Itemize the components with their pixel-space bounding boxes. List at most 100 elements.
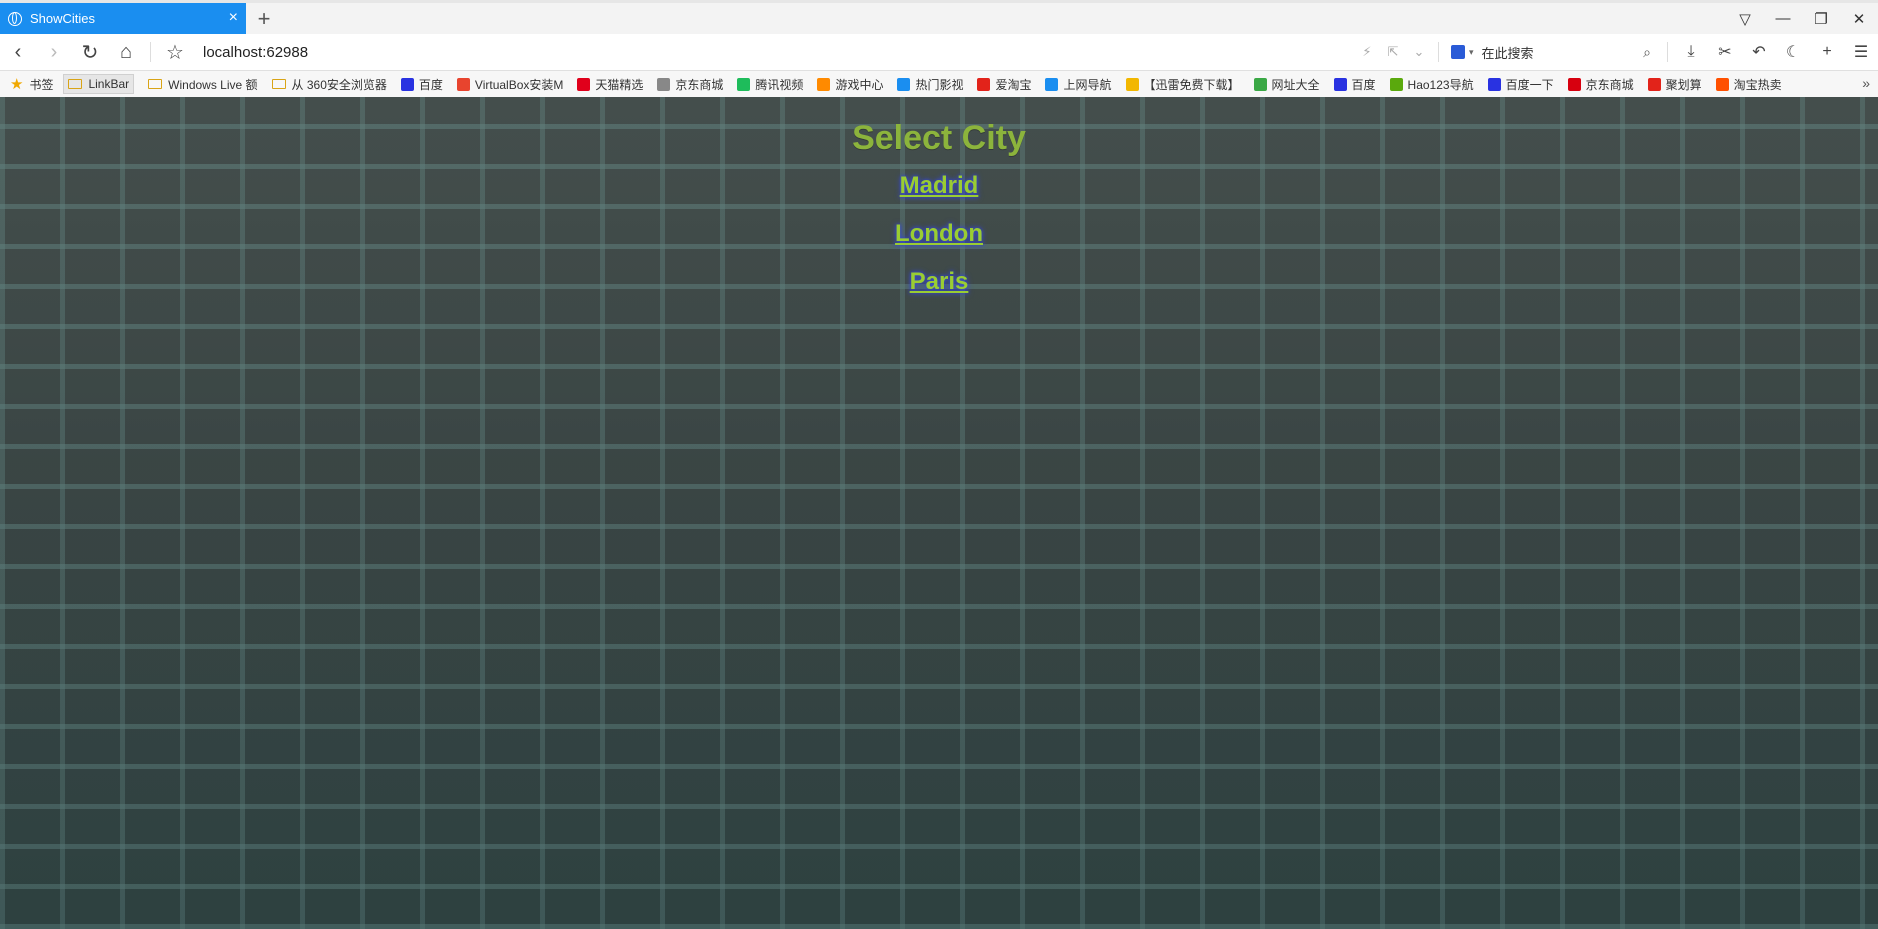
- game-icon: [817, 77, 831, 91]
- page-viewport: Select City Madrid London Paris: [0, 97, 1878, 929]
- bookmark-item[interactable]: 热门影视: [897, 76, 963, 93]
- hao-icon: [1389, 77, 1403, 91]
- share-icon[interactable]: ⇱: [1380, 44, 1406, 60]
- back-button[interactable]: ‹: [0, 41, 36, 64]
- new-tab-button[interactable]: +: [246, 3, 282, 34]
- bookmark-label: 游戏中心: [835, 77, 884, 92]
- video-icon: [897, 77, 911, 91]
- active-tab[interactable]: ShowCities ×: [0, 3, 246, 34]
- bookmark-item[interactable]: 上网导航: [1045, 76, 1112, 93]
- close-window-button[interactable]: ✕: [1840, 3, 1878, 34]
- page-title: Select City: [852, 119, 1026, 157]
- taobao-icon: [1715, 77, 1729, 91]
- bookmark-item[interactable]: 淘宝热卖: [1715, 76, 1782, 93]
- bookmark-label: LinkBar: [88, 77, 130, 91]
- bookmark-label: 上网导航: [1063, 77, 1112, 92]
- baidu-icon: [1487, 77, 1501, 91]
- city-link-paris[interactable]: Paris: [910, 268, 969, 296]
- search-icon[interactable]: ⌕: [1643, 44, 1651, 61]
- restore-button[interactable]: ❐: [1802, 3, 1840, 34]
- bookmark-item[interactable]: 游戏中心: [817, 76, 883, 93]
- divider: [1667, 42, 1668, 62]
- lightning-icon[interactable]: ⚡: [1354, 44, 1380, 60]
- bookmark-label: 天猫精选: [595, 77, 644, 92]
- globe-icon: [8, 11, 22, 26]
- search-engine-icon[interactable]: [1451, 45, 1465, 59]
- bookmark-label: 百度: [1351, 77, 1376, 92]
- star-icon: ★: [10, 76, 24, 93]
- bookmark-label: 腾讯视频: [755, 77, 804, 92]
- divider: [150, 42, 151, 62]
- bookmark-label: 网址大全: [1271, 77, 1320, 92]
- bookmark-label: 百度: [418, 77, 443, 92]
- reload-button[interactable]: ↻: [72, 40, 108, 65]
- bookmark-item[interactable]: 网址大全: [1253, 76, 1320, 93]
- bookmark-item[interactable]: 百度一下: [1487, 76, 1554, 93]
- globe-icon: [657, 77, 671, 91]
- play-icon: [737, 77, 751, 91]
- bookmark-item[interactable]: 天猫精选: [577, 76, 643, 93]
- bookmark-label: 爱淘宝: [995, 77, 1032, 92]
- divider: [1438, 42, 1439, 62]
- add-icon[interactable]: +: [1810, 43, 1844, 61]
- tab-title: ShowCities: [30, 11, 96, 26]
- minimize-button[interactable]: —: [1764, 3, 1802, 34]
- bookmark-item[interactable]: VirtualBox安装M: [456, 76, 564, 93]
- juhuasuan-icon: [1647, 77, 1661, 91]
- page-content: Select City Madrid London Paris: [0, 97, 1878, 316]
- bookmark-item[interactable]: Hao123导航: [1389, 76, 1474, 93]
- bookmark-item[interactable]: 腾讯视频: [737, 76, 803, 93]
- city-link-london[interactable]: London: [895, 220, 983, 248]
- folder-icon: [271, 79, 286, 89]
- bookmark-item[interactable]: LinkBar: [63, 74, 135, 94]
- c-icon: [456, 77, 470, 91]
- baidu-icon: [400, 77, 414, 91]
- bookmark-item[interactable]: 【迅雷免费下载】: [1125, 76, 1240, 93]
- bookmarks-more-button[interactable]: »: [1862, 75, 1870, 91]
- bookmark-label: 从 360安全浏览器: [291, 77, 387, 92]
- home-button[interactable]: ⌂: [108, 41, 144, 64]
- menu-icon[interactable]: ☰: [1844, 42, 1878, 62]
- bookmark-item[interactable]: 京东商城: [657, 76, 723, 93]
- bookmark-label: VirtualBox安装M: [474, 77, 564, 92]
- bookmark-label: 热门影视: [915, 77, 964, 92]
- window-controls: ▽ — ❐ ✕: [1726, 3, 1878, 34]
- undo-icon[interactable]: ↶: [1742, 42, 1776, 62]
- folder-icon: [68, 79, 83, 89]
- bookmark-item[interactable]: 爱淘宝: [977, 76, 1031, 93]
- folder-icon: [148, 79, 163, 89]
- bookmark-label: 书签: [29, 77, 54, 92]
- bookmark-item[interactable]: 百度: [400, 76, 443, 93]
- bookmark-label: 【迅雷免费下载】: [1143, 77, 1240, 92]
- search-input[interactable]: 在此搜索: [1482, 43, 1534, 62]
- bookmark-star-icon[interactable]: ☆: [157, 40, 193, 65]
- bookmark-item[interactable]: Windows Live 额: [148, 76, 258, 93]
- tmall-icon: [577, 77, 591, 91]
- url-field[interactable]: localhost:62988: [203, 44, 308, 61]
- check-icon: [1253, 77, 1267, 91]
- night-mode-icon[interactable]: ☾: [1776, 42, 1810, 62]
- forward-button[interactable]: ›: [36, 41, 72, 64]
- search-icon: [1045, 77, 1059, 91]
- bookmark-label: Hao123导航: [1407, 77, 1474, 92]
- toolbar-right: ⚡ ⇱ ⌄ ▾ 在此搜索 ⌕ ⤓ ✂ ↶ ☾ + ☰: [1354, 34, 1878, 70]
- city-link-madrid[interactable]: Madrid: [900, 172, 979, 200]
- bookmark-label: 聚划算: [1665, 77, 1702, 92]
- bookmark-label: 京东商城: [1585, 77, 1634, 92]
- taobao-icon: [977, 77, 991, 91]
- pin-button[interactable]: ▽: [1726, 3, 1764, 34]
- engine-caret-icon[interactable]: ▾: [1469, 47, 1474, 58]
- bookmark-label: 京东商城: [675, 77, 724, 92]
- search-box[interactable]: ▾ 在此搜索 ⌕: [1451, 43, 1651, 62]
- bookmark-item[interactable]: 京东商城: [1567, 76, 1634, 93]
- tab-close-button[interactable]: ×: [229, 9, 238, 27]
- jd-icon: [1567, 77, 1581, 91]
- bookmark-item[interactable]: ★ 书签: [10, 75, 53, 93]
- bookmark-item[interactable]: 聚划算: [1647, 76, 1702, 93]
- bookmark-item[interactable]: 从 360安全浏览器: [271, 76, 387, 93]
- bookmarks-bar: ★ 书签 LinkBar Windows Live 额 从 360安全浏览器 百度 Virt…: [0, 71, 1878, 98]
- chevron-down-icon[interactable]: ⌄: [1406, 44, 1432, 60]
- scissors-icon[interactable]: ✂: [1708, 42, 1742, 62]
- download-icon[interactable]: ⤓: [1674, 43, 1708, 61]
- bookmark-item[interactable]: 百度: [1333, 76, 1376, 93]
